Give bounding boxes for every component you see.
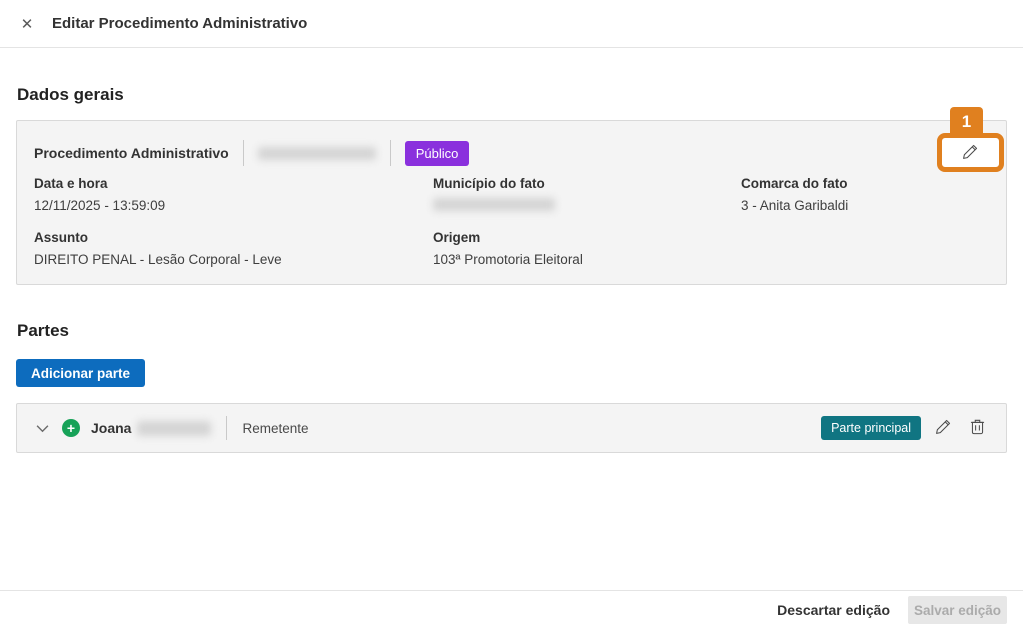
close-icon[interactable]: ✕ <box>16 13 38 35</box>
field-label: Assunto <box>34 230 433 245</box>
chevron-down-icon[interactable] <box>34 422 51 435</box>
field-value-redacted <box>433 198 555 211</box>
save-edit-button[interactable]: Salvar edição <box>908 596 1007 624</box>
field-label: Data e hora <box>34 176 433 191</box>
party-row: + Joana Remetente Parte principal <box>16 403 1007 453</box>
main-party-badge: Parte principal <box>821 416 921 440</box>
discard-edit-button[interactable]: Descartar edição <box>771 598 896 622</box>
record-type-label: Procedimento Administrativo <box>34 145 229 161</box>
pencil-icon <box>962 143 979 163</box>
edit-party-button[interactable] <box>931 414 956 442</box>
som-annotation: 1 <box>937 133 1004 172</box>
field-label: Município do fato <box>433 176 741 191</box>
field-value: 103ª Promotoria Eleitoral <box>433 252 741 267</box>
field-value: DIREITO PENAL - Lesão Corporal - Leve <box>34 252 433 267</box>
field-municipio-do-fato: Município do fato <box>433 176 741 213</box>
field-origem: Origem 103ª Promotoria Eleitoral <box>433 230 741 267</box>
divider <box>226 416 227 440</box>
dialog-title: Editar Procedimento Administrativo <box>52 15 307 32</box>
delete-party-button[interactable] <box>966 414 989 442</box>
divider <box>390 140 391 166</box>
field-assunto: Assunto DIREITO PENAL - Lesão Corporal -… <box>34 230 433 267</box>
add-party-button[interactable]: Adicionar parte <box>16 359 145 387</box>
dialog-header: ✕ Editar Procedimento Administrativo <box>0 0 1023 48</box>
divider <box>243 140 244 166</box>
edit-dados-gerais-button[interactable] <box>937 133 1004 172</box>
field-label: Comarca do fato <box>741 176 989 191</box>
field-comarca-do-fato: Comarca do fato 3 - Anita Garibaldi <box>741 176 989 213</box>
party-first-name: Joana <box>91 420 131 436</box>
field-value: 3 - Anita Garibaldi <box>741 198 989 213</box>
field-label: Origem <box>433 230 741 245</box>
field-data-e-hora: Data e hora 12/11/2025 - 13:59:09 <box>34 176 433 213</box>
trash-icon <box>970 418 985 438</box>
record-number-redacted <box>258 147 376 160</box>
visibility-badge: Público <box>405 141 470 166</box>
dados-gerais-card: Procedimento Administrativo Público 1 Da… <box>16 120 1007 285</box>
plus-circle-icon: + <box>62 419 80 437</box>
party-role: Remetente <box>242 421 810 436</box>
dialog-footer: Descartar edição Salvar edição <box>0 590 1023 629</box>
pencil-icon <box>935 418 952 438</box>
section-title-dados-gerais: Dados gerais <box>17 85 1007 105</box>
field-value: 12/11/2025 - 13:59:09 <box>34 198 433 213</box>
party-name: Joana <box>91 420 211 436</box>
section-title-partes: Partes <box>17 321 1007 341</box>
party-surname-redacted <box>137 421 211 436</box>
